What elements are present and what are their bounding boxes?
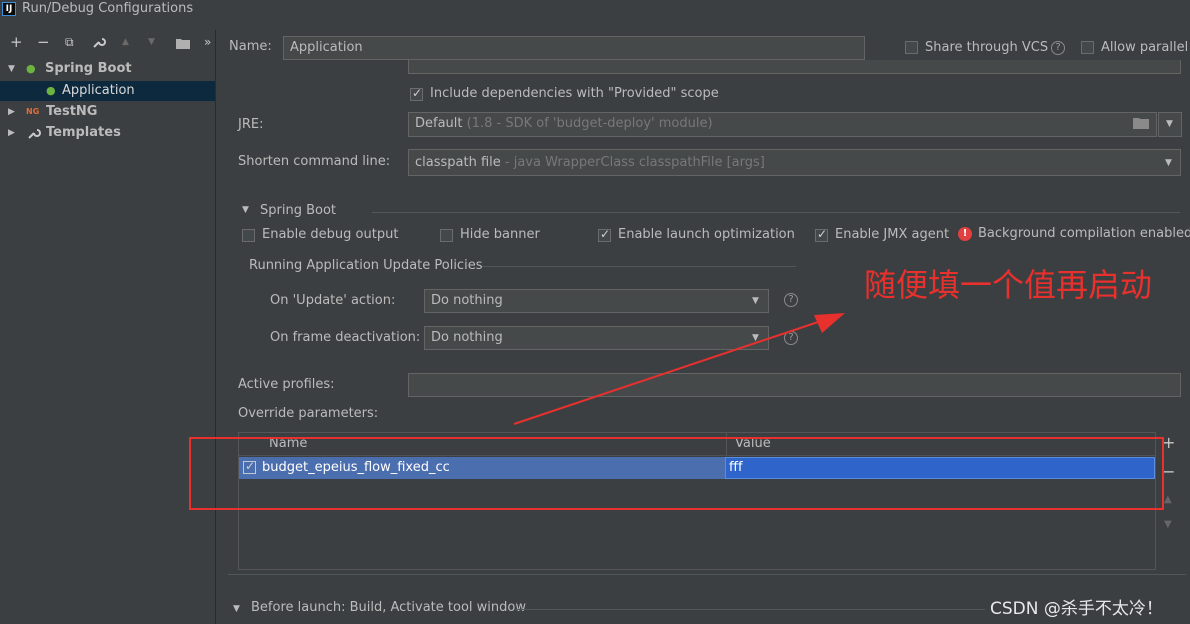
help-icon[interactable]: ? xyxy=(1051,41,1065,55)
enable-debug-label: Enable debug output xyxy=(262,227,399,242)
spring-boot-section-title: Spring Boot xyxy=(260,203,337,218)
shorten-command-label: Shorten command line: xyxy=(238,154,391,169)
intellij-logo-icon: IJ xyxy=(2,2,16,16)
tree-item-label: Spring Boot xyxy=(45,61,132,76)
wrench-icon xyxy=(27,126,41,147)
section-collapse-icon[interactable]: ▼ xyxy=(242,205,249,215)
hide-banner-label: Hide banner xyxy=(460,227,540,242)
chevron-down-icon: ▼ xyxy=(1166,119,1173,129)
on-update-label: On 'Update' action: xyxy=(270,293,396,308)
hide-banner-checkbox[interactable] xyxy=(440,229,453,242)
name-label: Name: xyxy=(229,39,272,54)
update-policies-title: Running Application Update Policies xyxy=(249,258,483,273)
before-launch-divider xyxy=(515,609,985,610)
policies-divider xyxy=(482,266,796,267)
chevron-down-icon: ▼ xyxy=(1165,158,1172,168)
testng-icon: NG xyxy=(26,107,40,116)
more-actions-button[interactable]: » xyxy=(204,35,211,49)
panel-bottom-divider xyxy=(228,574,1186,575)
active-profiles-label: Active profiles: xyxy=(238,377,335,392)
tree-item-templates[interactable]: ▶ Templates xyxy=(0,123,215,143)
include-provided-checkbox[interactable] xyxy=(410,86,423,101)
window-title: Run/Debug Configurations xyxy=(22,1,194,16)
error-icon: ! xyxy=(958,227,972,241)
move-up-button[interactable]: ▲ xyxy=(122,37,129,47)
tree-item-application[interactable]: ● Application xyxy=(0,81,215,101)
copy-configuration-button[interactable]: ⧉ xyxy=(65,35,74,50)
add-configuration-button[interactable]: + xyxy=(10,33,23,51)
tree-item-label: TestNG xyxy=(46,104,98,119)
before-launch-title: Before launch: Build, Activate tool wind… xyxy=(251,600,526,615)
enable-debug-checkbox[interactable] xyxy=(242,229,255,242)
jmx-agent-checkbox[interactable] xyxy=(815,227,828,242)
jre-label: JRE: xyxy=(238,117,264,132)
remove-row-button[interactable]: − xyxy=(1162,462,1175,481)
remove-configuration-button[interactable]: − xyxy=(37,33,50,51)
on-update-value: Do nothing xyxy=(431,293,503,308)
share-vcs-label: Share through VCS xyxy=(925,40,1049,55)
jre-detail: (1.8 - SDK of 'budget-deploy' module) xyxy=(466,116,713,131)
jre-dropdown-button[interactable]: ▼ xyxy=(1158,112,1182,137)
move-row-down-button[interactable]: ▼ xyxy=(1164,519,1172,530)
tree-item-spring-boot[interactable]: ▼ ● Spring Boot xyxy=(0,59,215,79)
spring-boot-icon: ● xyxy=(26,62,36,75)
expand-arrow-icon[interactable]: ▼ xyxy=(8,59,15,79)
on-frame-label: On frame deactivation: xyxy=(270,330,421,345)
panel-divider xyxy=(215,30,216,624)
jre-field[interactable]: Default (1.8 - SDK of 'budget-deploy' mo… xyxy=(408,112,1157,137)
override-parameters-label: Override parameters: xyxy=(238,406,379,421)
spring-boot-app-icon: ● xyxy=(46,84,56,97)
share-vcs-checkbox[interactable] xyxy=(905,41,918,54)
section-divider xyxy=(372,212,1180,213)
folder-icon[interactable] xyxy=(1133,117,1149,133)
on-frame-value: Do nothing xyxy=(431,330,503,345)
new-folder-icon[interactable] xyxy=(176,35,190,53)
shorten-value: classpath file xyxy=(415,155,501,170)
name-field[interactable]: Application xyxy=(283,36,865,60)
collapse-arrow-icon[interactable]: ▶ xyxy=(8,102,15,122)
move-row-up-button[interactable]: ▲ xyxy=(1164,494,1172,505)
jmx-agent-label: Enable JMX agent xyxy=(835,227,950,242)
shorten-detail: - java WrapperClass classpathFile [args] xyxy=(504,155,765,170)
tree-item-label: Templates xyxy=(46,125,121,140)
tree-item-label: Application xyxy=(62,83,135,98)
background-compilation-label: Background compilation enabled xyxy=(978,226,1190,241)
watermark: CSDN @杀手不太冷！ xyxy=(990,599,1163,619)
shorten-command-combo[interactable]: classpath file - java WrapperClass class… xyxy=(408,149,1181,176)
program-arguments-field[interactable] xyxy=(408,60,1181,74)
edit-defaults-wrench-icon[interactable] xyxy=(92,35,106,52)
highlight-box xyxy=(189,437,1164,510)
config-toolbar: + − ⧉ ▲ ▼ » xyxy=(0,33,215,57)
tree-item-testng[interactable]: ▶ NG TestNG xyxy=(0,102,215,122)
allow-parallel-label: Allow parallel xyxy=(1101,40,1189,55)
before-launch-collapse-icon[interactable]: ▼ xyxy=(233,604,240,614)
title-bar: IJ Run/Debug Configurations xyxy=(0,0,1190,20)
include-provided-label: Include dependencies with "Provided" sco… xyxy=(430,86,719,101)
collapse-arrow-icon[interactable]: ▶ xyxy=(8,123,15,143)
jre-value: Default xyxy=(415,116,463,131)
allow-parallel-checkbox[interactable] xyxy=(1081,41,1094,54)
move-down-button[interactable]: ▼ xyxy=(148,37,155,47)
launch-optimization-checkbox[interactable] xyxy=(598,227,611,242)
annotation-arrow-icon xyxy=(513,313,845,425)
launch-optimization-label: Enable launch optimization xyxy=(618,227,795,242)
annotation-text: 随便填一个值再启动 xyxy=(864,266,1153,304)
add-row-button[interactable]: + xyxy=(1162,433,1175,452)
